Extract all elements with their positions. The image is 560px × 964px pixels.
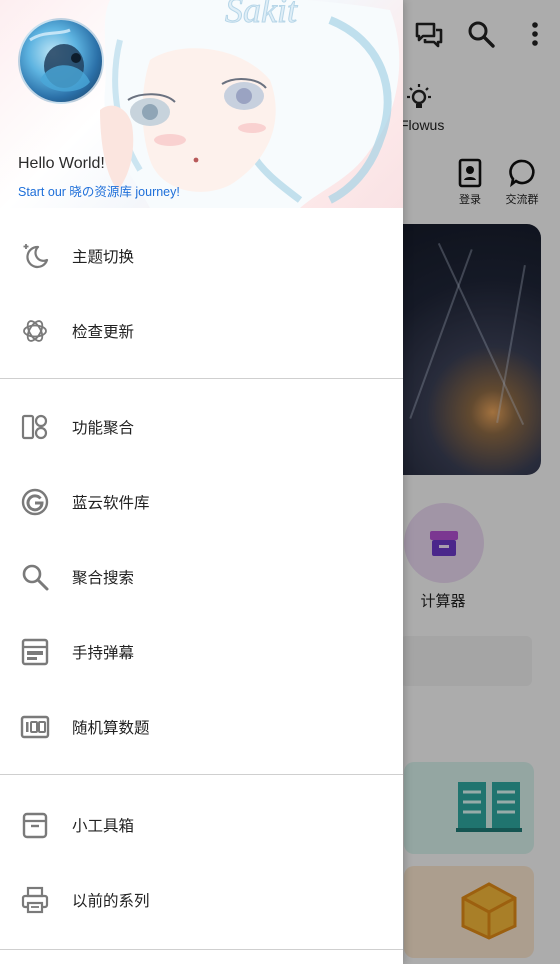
menu-item-previous-series[interactable]: 以前的系列 xyxy=(0,862,403,937)
menu-item-lanyun-library[interactable]: 蓝云软件库 xyxy=(0,464,403,539)
moon-icon xyxy=(20,241,50,271)
menu-label: 小工具箱 xyxy=(72,817,135,835)
menu-item-feature-hub[interactable]: 功能聚合 xyxy=(0,389,403,464)
search-icon xyxy=(20,562,50,592)
menu-divider xyxy=(0,949,403,950)
menu-item-theme-switch[interactable]: 主题切换 xyxy=(0,218,403,293)
number-board-icon xyxy=(20,712,50,742)
menu-label: 聚合搜索 xyxy=(72,569,135,587)
openai-icon xyxy=(20,316,50,346)
drawer-title: Hello World! xyxy=(18,155,105,172)
menu-item-random-math[interactable]: 随机算数题 xyxy=(0,689,403,764)
header-watermark: Sakit xyxy=(225,0,298,30)
screen-text-icon xyxy=(20,637,50,667)
menu-label: 随机算数题 xyxy=(72,719,150,737)
menu-label: 主题切换 xyxy=(72,248,135,266)
g-logo-icon xyxy=(20,487,50,517)
menu-item-handheld-danmaku[interactable]: 手持弹幕 xyxy=(0,614,403,689)
menu-label: 手持弹幕 xyxy=(72,644,135,662)
printer-icon xyxy=(20,885,50,915)
menu-item-aggregate-search[interactable]: 聚合搜索 xyxy=(0,539,403,614)
grid-tiles-icon xyxy=(20,412,50,442)
menu-label: 功能聚合 xyxy=(72,419,135,437)
avatar[interactable] xyxy=(18,18,104,104)
menu-label: 检查更新 xyxy=(72,323,135,341)
menu-item-check-update[interactable]: 检查更新 xyxy=(0,293,403,368)
menu-label: 蓝云软件库 xyxy=(72,494,150,512)
navigation-drawer: Sakit Hello World! Start our 晓の资源库 journ… xyxy=(0,0,403,964)
menu-label: 以前的系列 xyxy=(72,892,150,910)
drawer-subtitle[interactable]: Start our 晓の资源库 journey! xyxy=(18,181,180,200)
archive-box-icon xyxy=(20,810,50,840)
menu-item-toolbox[interactable]: 小工具箱 xyxy=(0,787,403,862)
drawer-header: Sakit Hello World! Start our 晓の资源库 journ… xyxy=(0,0,403,208)
